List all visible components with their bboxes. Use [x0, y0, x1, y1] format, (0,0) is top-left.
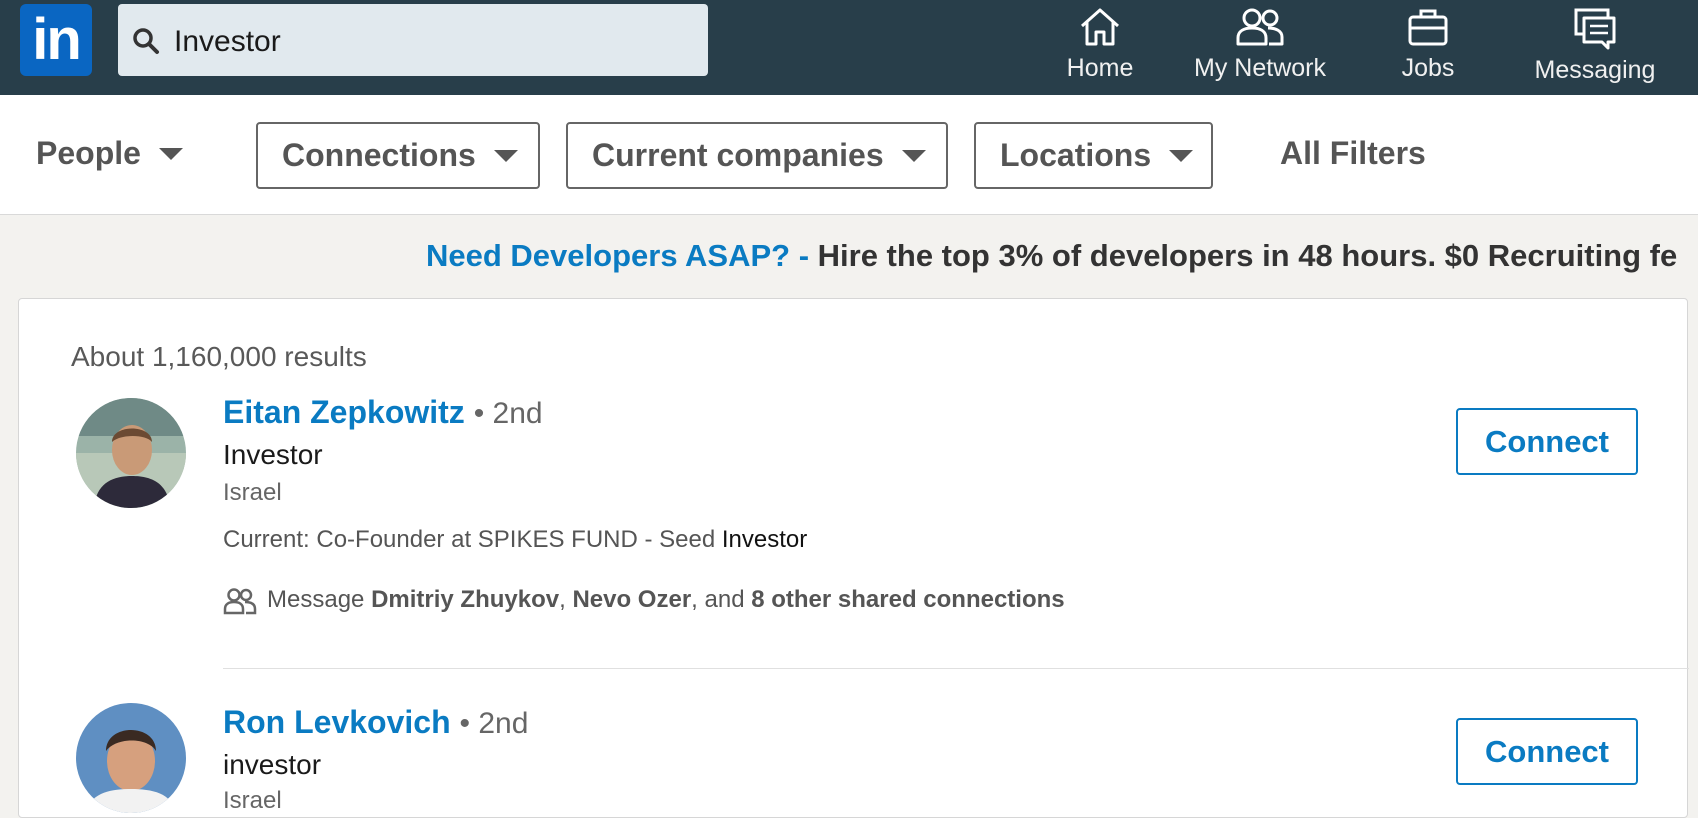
- search-icon: [133, 28, 159, 54]
- locations-filter-label: Locations: [1000, 137, 1152, 173]
- result-name[interactable]: Eitan Zepkowitz • 2nd: [223, 394, 543, 431]
- search-input[interactable]: Investor: [174, 25, 281, 59]
- search-bar[interactable]: Investor: [118, 4, 708, 76]
- shared-prefix: Message: [267, 586, 372, 613]
- nav-messaging-label: Messaging: [1534, 56, 1656, 84]
- profile-photo: [76, 703, 186, 813]
- connect-button[interactable]: Connect: [1456, 408, 1638, 475]
- people-filter[interactable]: People: [36, 135, 183, 172]
- shared-separator: , and: [691, 586, 752, 613]
- nav-jobs[interactable]: Jobs: [1380, 6, 1476, 90]
- connect-button[interactable]: Connect: [1456, 718, 1638, 785]
- shared-connections-more[interactable]: 8 other shared connections: [751, 586, 1064, 613]
- shared-separator: ,: [559, 586, 573, 613]
- promo-highlight[interactable]: Need Developers ASAP? -: [426, 238, 809, 273]
- home-icon: [1081, 8, 1119, 46]
- avatar[interactable]: [76, 398, 186, 508]
- locations-filter-button[interactable]: Locations: [974, 122, 1213, 189]
- current-position-text: Current: Co-Founder at SPIKES FUND - See…: [223, 526, 722, 553]
- nav-home[interactable]: Home: [1052, 6, 1148, 90]
- linkedin-logo[interactable]: in: [20, 4, 92, 76]
- result-location: Israel: [223, 787, 282, 814]
- shared-connections[interactable]: Message Dmitriy Zhuykov, Nevo Ozer, and …: [223, 586, 1065, 615]
- nav-my-network[interactable]: My Network: [1180, 6, 1340, 90]
- result-count: About 1,160,000 results: [71, 341, 367, 372]
- filters-bar: People Connections Current companies Loc…: [0, 95, 1698, 215]
- result-name-text[interactable]: Ron Levkovich: [223, 704, 451, 740]
- result-current-position: Current: Co-Founder at SPIKES FUND - See…: [223, 526, 807, 554]
- nav-my-network-label: My Network: [1194, 54, 1326, 82]
- nav-home-label: Home: [1066, 54, 1134, 82]
- results-card: About 1,160,000 results Eitan Zepkowitz …: [18, 298, 1689, 818]
- current-companies-filter-button[interactable]: Current companies: [566, 122, 948, 189]
- result-name[interactable]: Ron Levkovich • 2nd: [223, 704, 528, 741]
- connection-degree: • 2nd: [473, 397, 543, 430]
- caret-down-icon: [493, 149, 518, 162]
- shared-connection-name[interactable]: Nevo Ozer: [572, 586, 691, 613]
- briefcase-icon: [1408, 9, 1448, 46]
- all-filters-button[interactable]: All Filters: [1280, 135, 1426, 172]
- caret-down-icon: [158, 147, 183, 160]
- caret-down-icon: [901, 149, 926, 162]
- network-icon: [1236, 8, 1284, 46]
- connections-filter-button[interactable]: Connections: [256, 122, 540, 189]
- current-position-highlight: Investor: [721, 526, 808, 553]
- promo-text: Hire the top 3% of developers in 48 hour…: [809, 238, 1678, 273]
- profile-photo: [76, 398, 186, 508]
- current-companies-filter-label: Current companies: [592, 137, 884, 173]
- avatar[interactable]: [76, 703, 186, 813]
- shared-connection-name[interactable]: Dmitriy Zhuykov: [371, 586, 559, 613]
- nav-jobs-label: Jobs: [1401, 54, 1455, 82]
- connection-degree: • 2nd: [459, 707, 529, 740]
- shared-connections-icon: [223, 587, 257, 614]
- result-location: Israel: [223, 479, 282, 506]
- top-nav: in Investor Home My Network Jobs Messagi…: [0, 0, 1698, 95]
- promo-banner[interactable]: Need Developers ASAP? - Hire the top 3% …: [426, 238, 1677, 274]
- connections-filter-label: Connections: [282, 137, 476, 173]
- messaging-icon: [1574, 8, 1616, 50]
- result-divider: [223, 668, 1689, 669]
- result-name-text[interactable]: Eitan Zepkowitz: [223, 394, 465, 430]
- caret-down-icon: [1169, 149, 1194, 162]
- result-headline: Investor: [223, 439, 323, 470]
- people-filter-label: People: [36, 135, 141, 171]
- result-headline: investor: [223, 749, 322, 780]
- nav-messaging[interactable]: Messaging: [1530, 6, 1660, 90]
